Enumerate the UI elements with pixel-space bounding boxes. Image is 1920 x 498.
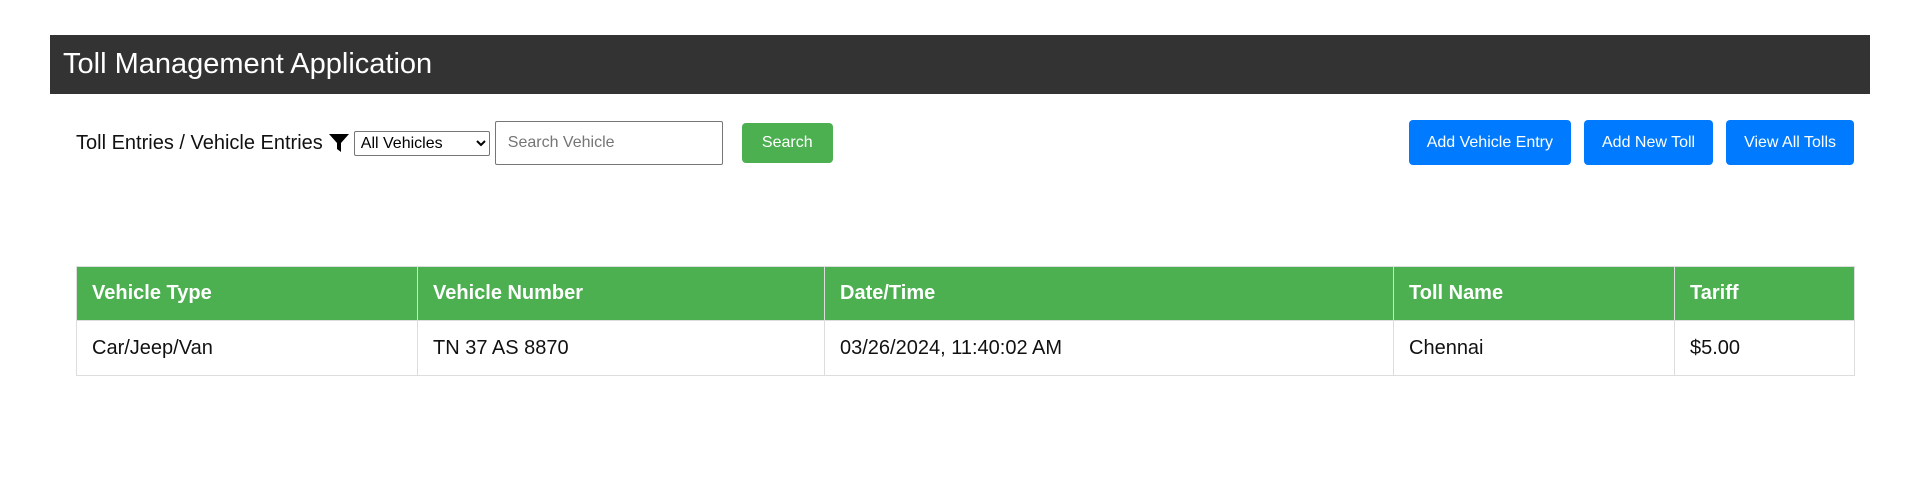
- add-vehicle-entry-button[interactable]: Add Vehicle Entry: [1408, 120, 1571, 165]
- breadcrumb: Toll Entries / Vehicle Entries: [76, 131, 323, 154]
- filter-icon-graphic: [328, 133, 349, 152]
- column-header-tariff: Tariff: [1674, 266, 1855, 321]
- search-vehicle-input[interactable]: [494, 121, 723, 165]
- column-header-vehicle-type: Vehicle Type: [76, 266, 418, 321]
- app-title: Toll Management Application: [63, 48, 433, 80]
- entries-table: Vehicle Type Vehicle Number Date/Time To…: [76, 266, 1855, 376]
- search-button[interactable]: Search: [741, 123, 833, 163]
- column-header-vehicle-number: Vehicle Number: [417, 266, 825, 321]
- entries-table-container: Vehicle Type Vehicle Number Date/Time To…: [76, 266, 1855, 376]
- table-row: Car/Jeep/Van TN 37 AS 8870 03/26/2024, 1…: [76, 320, 1855, 376]
- action-buttons: Add Vehicle Entry Add New Toll View All …: [1408, 120, 1854, 165]
- app-header: Toll Management Application: [50, 35, 1870, 94]
- cell-vehicle-type: Car/Jeep/Van: [76, 320, 418, 376]
- view-all-tolls-button[interactable]: View All Tolls: [1726, 120, 1854, 165]
- column-header-toll-name: Toll Name: [1393, 266, 1675, 321]
- cell-tariff: $5.00: [1674, 320, 1855, 376]
- filter-icon[interactable]: [328, 133, 350, 153]
- vehicle-filter-select[interactable]: All Vehicles: [353, 130, 490, 156]
- cell-toll-name: Chennai: [1393, 320, 1675, 376]
- column-header-date-time: Date/Time: [824, 266, 1394, 321]
- cell-date-time: 03/26/2024, 11:40:02 AM: [824, 320, 1394, 376]
- toolbar: Toll Entries / Vehicle Entries All Vehic…: [76, 118, 833, 168]
- cell-vehicle-number: TN 37 AS 8870: [417, 320, 825, 376]
- app-root: Toll Management Application Toll Entries…: [0, 0, 1920, 498]
- table-header-row: Vehicle Type Vehicle Number Date/Time To…: [76, 266, 1855, 321]
- add-new-toll-button[interactable]: Add New Toll: [1584, 120, 1714, 165]
